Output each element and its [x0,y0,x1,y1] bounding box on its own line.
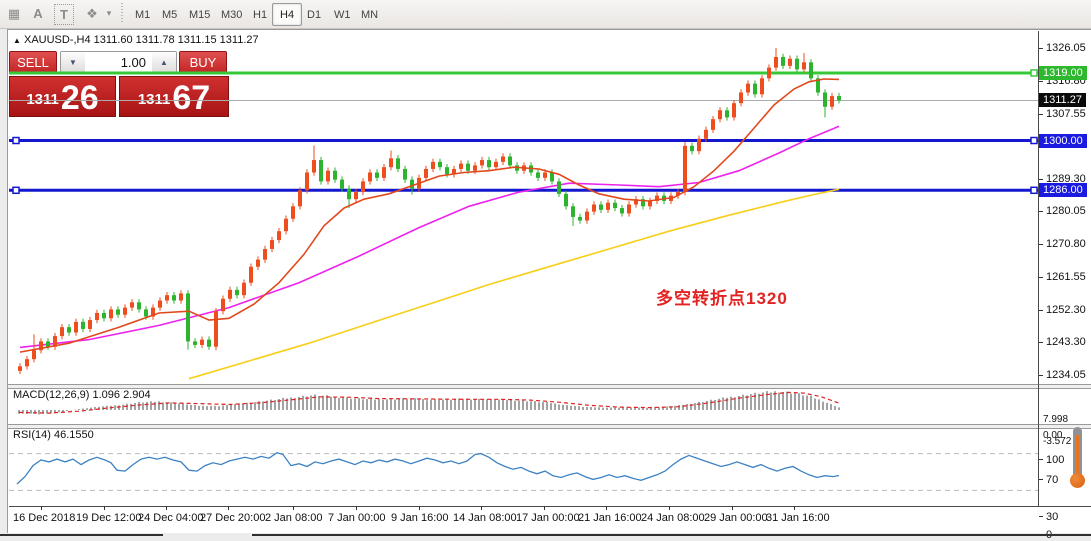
main-price-chart[interactable] [9,31,1039,384]
chart-text-annotation[interactable]: 多空转折点1320 [656,284,788,309]
macd-panel-title: MACD(12,26,9) 1.096 2.904 [13,389,151,401]
price-tick [1039,244,1043,245]
price-tick-label: 1243.30 [1046,336,1086,348]
object-arrows-icon[interactable]: ❖ [82,4,102,23]
rsi-axis-label: 70 [1046,474,1059,486]
time-axis-line [9,506,1091,507]
price-tick-label: 1252.30 [1046,304,1086,316]
top-toolbar: ▦ A T ❖ ▾ M1 M5 M15 M30 H1 H4 D1 W1 MN [0,0,1091,29]
time-tick [419,506,420,510]
price-tick [1039,342,1043,343]
time-tick [669,506,670,510]
time-tick [166,506,167,510]
rsi-axis-label: 100 [1046,454,1065,466]
price-tick [1039,277,1043,278]
time-label: 29 Jan 00:00 [704,512,768,524]
macd-axis-label: -3.572 [1043,436,1072,447]
timeframe-button-d1[interactable]: D1 [299,3,329,26]
macd-indicator-chart [18,391,840,415]
time-label: 24 Dec 04:00 [138,512,204,524]
price-tick-label: 1326.05 [1046,42,1086,54]
price-tick-label: 1270.80 [1046,238,1086,250]
rsi-axis-tick [1039,479,1043,480]
price-badge-1311-27: 1311.27 [1039,93,1086,107]
rsi-indicator-chart [9,451,1039,491]
time-tick [794,506,795,510]
time-tick [228,506,229,510]
price-tick-label: 1307.55 [1046,108,1086,120]
price-tick [1039,211,1043,212]
time-label: 19 Dec 12:00 [76,512,142,524]
dropdown-caret-icon[interactable]: ▾ [103,4,115,23]
time-label: 16 Dec 2018 [13,512,76,524]
price-badge-1319-00: 1319.00 [1039,66,1087,80]
price-tick-label: 1261.55 [1046,271,1086,283]
price-tick-label: 1234.05 [1046,369,1086,381]
macd-axis-label: 7.998 [1043,414,1069,425]
price-tick [1039,310,1043,311]
time-label: 14 Jan 08:00 [453,512,517,524]
time-tick [356,506,357,510]
time-label: 24 Jan 08:00 [641,512,705,524]
time-tick [481,506,482,510]
time-label: 7 Jan 00:00 [328,512,386,524]
panel-separator-rsi[interactable] [8,424,1091,429]
time-label: 21 Jan 16:00 [578,512,642,524]
thermometer-bulb [1070,473,1085,488]
time-tick [104,506,105,510]
time-tick [606,506,607,510]
time-label: 2 Jan 08:00 [265,512,323,524]
price-tick [1039,81,1043,82]
rsi-axis-label: 30 [1046,511,1059,523]
rsi-panel-title: RSI(14) 46.1550 [13,429,94,441]
price-tick [1039,114,1043,115]
rsi-axis-tick [1039,516,1043,517]
panel-separator-macd[interactable] [8,384,1091,389]
price-tick [1039,179,1043,180]
time-label: 31 Jan 16:00 [766,512,830,524]
time-label: 27 Dec 20:00 [200,512,266,524]
font-a-icon[interactable]: A [30,4,46,23]
grid-f-icon[interactable]: ▦ [4,4,24,23]
time-tick [293,506,294,510]
price-tick-label: 1280.05 [1046,205,1086,217]
chart-window: ▲ XAUUSD-,H4 1311.60 1311.78 1311.15 131… [7,29,1091,541]
text-tool-icon[interactable]: T [54,4,74,25]
price-badge-1300-00: 1300.00 [1039,134,1087,148]
time-tick [732,506,733,510]
toolbar-separator [121,3,123,24]
price-tick [1039,375,1043,376]
thermometer-widget[interactable] [1070,427,1086,489]
price-badge-1286-00: 1286.00 [1039,183,1087,197]
price-tick [1039,48,1043,49]
time-label: 9 Jan 16:00 [391,512,449,524]
timeframe-button-h4[interactable]: H4 [272,3,303,26]
time-tick [41,506,42,510]
timeframe-button-h1[interactable]: H1 [245,3,275,26]
time-label: 17 Jan 00:00 [516,512,580,524]
time-tick [544,506,545,510]
rsi-axis-tick [1039,459,1043,460]
timeframe-button-mn[interactable]: MN [353,3,386,26]
